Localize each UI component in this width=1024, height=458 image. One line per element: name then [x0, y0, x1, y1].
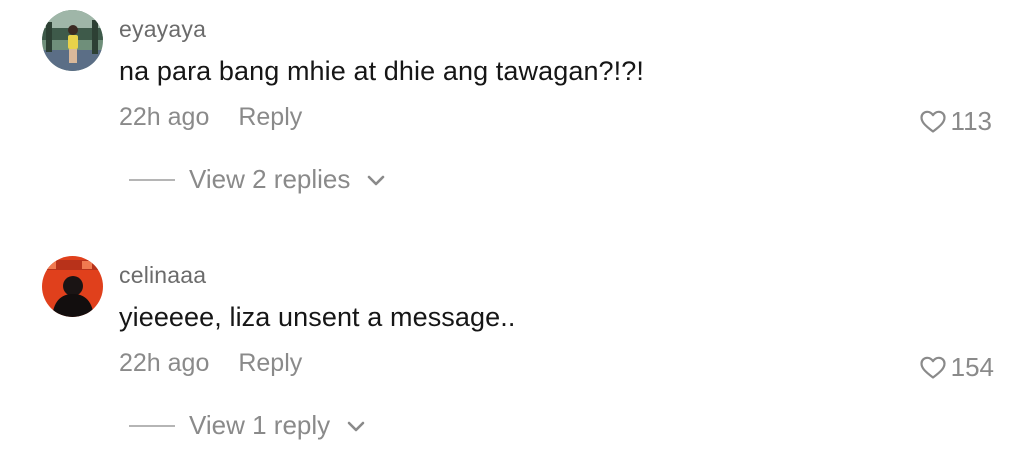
- comment-time: 22h ago: [119, 103, 210, 131]
- heart-outline-icon: [920, 356, 946, 379]
- avatar[interactable]: [42, 256, 103, 317]
- replies-divider-line: [129, 178, 175, 181]
- comment-meta: 22h ago Reply: [119, 349, 302, 378]
- like-count: 154: [950, 352, 994, 382]
- view-replies-button[interactable]: View 2 replies: [129, 164, 386, 195]
- chevron-down-icon: [347, 421, 365, 432]
- view-replies-button[interactable]: View 1 reply: [129, 410, 366, 441]
- like-button[interactable]: 154: [920, 352, 994, 383]
- heart-outline-icon: [919, 110, 946, 133]
- comment-text: na para bang mhie at dhie ang tawagan?!?…: [119, 56, 644, 86]
- like-button[interactable]: 113: [919, 106, 992, 137]
- avatar-photo: [42, 10, 103, 71]
- chevron-down-icon: [368, 175, 385, 186]
- view-replies-label: View 1 reply: [189, 410, 331, 440]
- avatar[interactable]: [42, 10, 103, 71]
- comment-text: yieeeee, liza unsent a message..: [119, 302, 516, 332]
- like-count: 113: [950, 106, 992, 136]
- reply-button[interactable]: Reply: [238, 349, 302, 377]
- comment-time: 22h ago: [119, 349, 210, 377]
- reply-button[interactable]: Reply: [238, 103, 302, 131]
- replies-divider-line: [129, 424, 175, 427]
- comment-username[interactable]: eyayaya: [119, 16, 206, 43]
- view-replies-label: View 2 replies: [189, 164, 351, 194]
- comment-username[interactable]: celinaaa: [119, 262, 206, 289]
- avatar-photo: [42, 256, 103, 317]
- comment-meta: 22h ago Reply: [119, 103, 302, 132]
